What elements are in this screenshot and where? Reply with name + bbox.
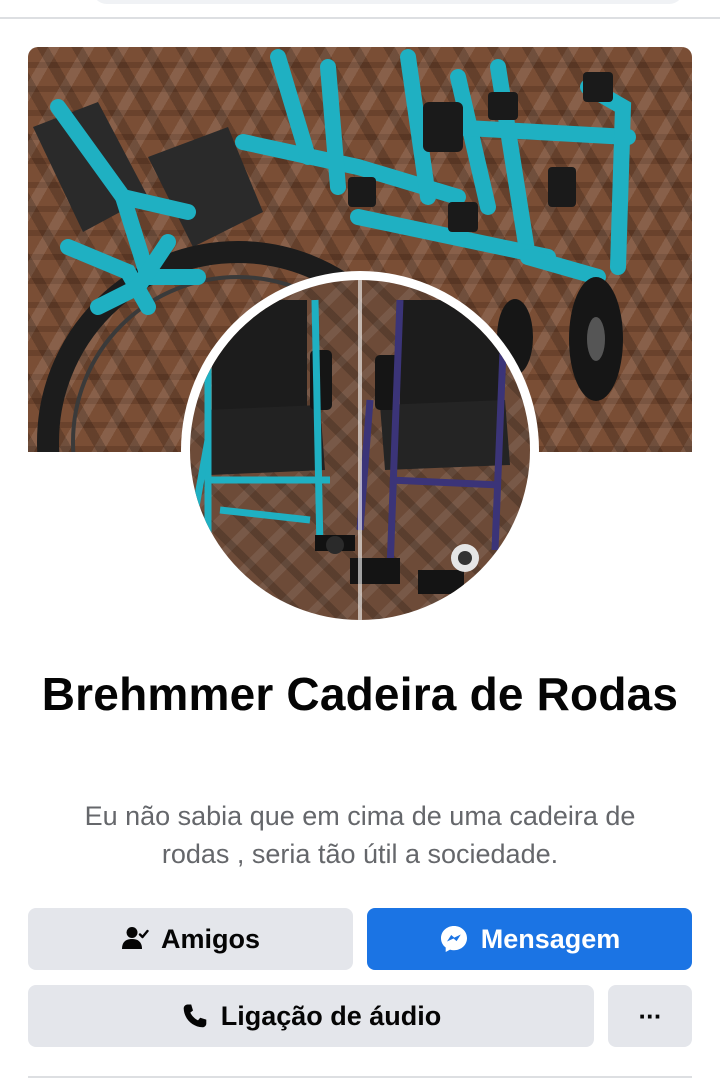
- top-search-bar[interactable]: [92, 0, 684, 4]
- profile-bio: Eu não sabia que em cima de uma cadeira …: [84, 801, 636, 869]
- person-check-icon: [121, 925, 149, 953]
- top-divider: [0, 17, 720, 19]
- messenger-icon: [439, 924, 469, 954]
- message-button[interactable]: Mensagem: [367, 908, 692, 970]
- more-dots-icon: ···: [638, 1000, 663, 1031]
- more-options-button[interactable]: ···: [608, 985, 692, 1047]
- section-divider: [28, 1076, 692, 1078]
- profile-avatar[interactable]: [190, 280, 530, 620]
- message-button-label: Mensagem: [480, 923, 621, 954]
- profile-name: Brehmmer Cadeira de Rodas: [41, 668, 679, 720]
- audio-call-button[interactable]: Ligação de áudio: [28, 985, 594, 1047]
- avatar-wheelchairs-illustration: [190, 280, 510, 620]
- friends-button-label: Amigos: [160, 923, 260, 954]
- audio-call-button-label: Ligação de áudio: [220, 1000, 442, 1031]
- friends-button[interactable]: Amigos: [28, 908, 353, 970]
- phone-icon: [181, 1002, 209, 1030]
